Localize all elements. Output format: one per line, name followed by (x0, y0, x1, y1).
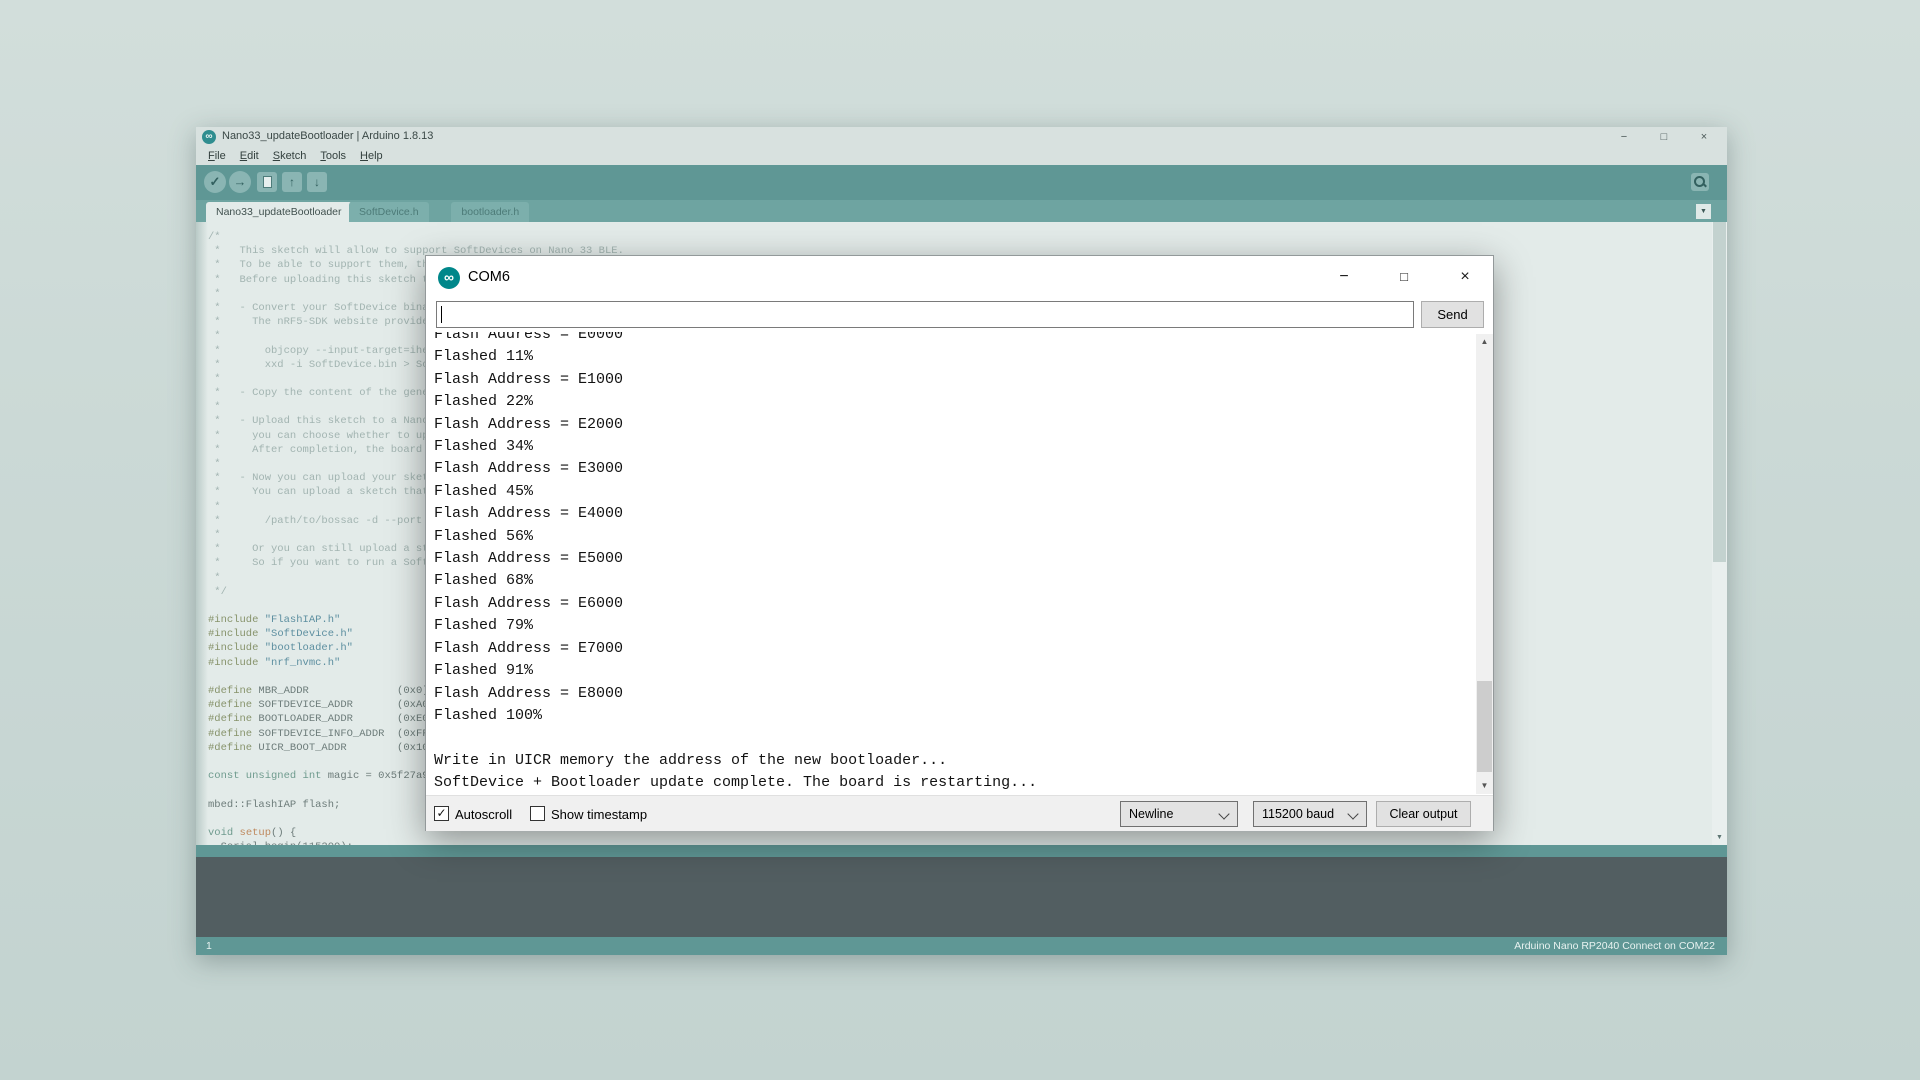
ide-restore-button[interactable]: □ (1656, 129, 1672, 145)
menu-item-edit[interactable]: Edit (234, 150, 265, 162)
arduino-dialog-icon: ∞ (438, 267, 460, 289)
serial-output-line: Flashed 22% (434, 391, 1473, 413)
serial-monitor-button[interactable] (1691, 173, 1709, 191)
ide-close-button[interactable]: × (1696, 129, 1712, 145)
dialog-close-button[interactable]: × (1451, 264, 1479, 290)
ide-minimize-button[interactable]: − (1616, 129, 1632, 145)
serial-output-area[interactable]: Flash Address = E0000Flashed 11%Flash Ad… (429, 332, 1473, 794)
serial-output-line: Flashed 45% (434, 481, 1473, 503)
show-timestamp-checkbox[interactable] (530, 806, 545, 821)
output-scrollbar[interactable]: ▲ ▼ (1476, 334, 1493, 794)
dialog-titlebar[interactable]: ∞ COM6 − □ × (426, 256, 1493, 300)
dialog-maximize-button[interactable]: □ (1390, 264, 1418, 290)
serial-output-line: Write in UICR memory the address of the … (434, 750, 1473, 772)
upload-button[interactable]: → (229, 171, 251, 193)
serial-output-line: Flashed 34% (434, 436, 1473, 458)
text-caret (441, 306, 442, 323)
serial-monitor-controls: ✓ Autoscroll Show timestamp Newline 1152… (426, 795, 1493, 831)
editor-left-edge (196, 222, 208, 845)
line-number-indicator: 1 (206, 940, 212, 952)
ide-toolbar: ✓ → ↑ ↓ (196, 165, 1727, 200)
serial-monitor-dialog: ∞ COM6 − □ × Send Flash Address = E0000F… (425, 255, 1494, 831)
console-output-area (196, 857, 1727, 937)
chevron-down-icon (1347, 808, 1358, 819)
scroll-up-icon[interactable]: ▲ (1476, 334, 1493, 350)
serial-output-line: Flash Address = E2000 (434, 414, 1473, 436)
arduino-app-icon: ∞ (202, 130, 216, 144)
verify-button[interactable]: ✓ (204, 171, 226, 193)
code-line: /* (208, 230, 624, 244)
serial-output-line: Flashed 91% (434, 660, 1473, 682)
ide-statusbar: 1 Arduino Nano RP2040 Connect on COM22 (196, 937, 1727, 955)
editor-scrollbar-thumb[interactable] (1713, 222, 1726, 562)
console-divider[interactable] (196, 845, 1727, 857)
new-sketch-icon (263, 176, 272, 188)
editor-scroll-down-icon[interactable]: ▼ (1712, 831, 1727, 845)
save-button[interactable]: ↓ (307, 172, 327, 192)
tab-menu-button[interactable]: ▼ (1696, 204, 1711, 219)
send-button[interactable]: Send (1421, 301, 1484, 328)
ide-titlebar[interactable]: ∞ Nano33_updateBootloader | Arduino 1.8.… (196, 127, 1727, 147)
serial-send-input[interactable] (436, 301, 1414, 328)
serial-output-line: Flashed 56% (434, 526, 1473, 548)
baud-rate-dropdown[interactable]: 115200 baud (1253, 801, 1367, 827)
autoscroll-checkbox[interactable]: ✓ (434, 806, 449, 821)
chevron-down-icon (1218, 808, 1229, 819)
serial-output-line: SoftDevice + Bootloader update complete.… (434, 772, 1473, 794)
dialog-minimize-button[interactable]: − (1330, 264, 1358, 290)
serial-output-line: Flashed 68% (434, 570, 1473, 592)
serial-output-line: Flashed 11% (434, 346, 1473, 368)
new-sketch-button[interactable] (257, 172, 277, 192)
serial-output-line: Flash Address = E4000 (434, 503, 1473, 525)
serial-output-lines: Flash Address = E0000Flashed 11%Flash Ad… (429, 332, 1473, 794)
open-button[interactable]: ↑ (282, 172, 302, 192)
menu-item-file[interactable]: File (202, 150, 232, 162)
line-ending-dropdown[interactable]: Newline (1120, 801, 1238, 827)
menu-item-help[interactable]: Help (354, 150, 389, 162)
serial-output-line: Flash Address = E8000 (434, 683, 1473, 705)
show-timestamp-label: Show timestamp (551, 807, 647, 822)
serial-output-line: Flash Address = E3000 (434, 458, 1473, 480)
output-scrollbar-thumb[interactable] (1477, 681, 1492, 772)
scroll-down-icon[interactable]: ▼ (1476, 778, 1493, 794)
menu-item-sketch[interactable]: Sketch (267, 150, 313, 162)
serial-output-line: Flash Address = E7000 (434, 638, 1473, 660)
board-port-indicator: Arduino Nano RP2040 Connect on COM22 (1514, 940, 1715, 952)
serial-output-line: Flash Address = E1000 (434, 369, 1473, 391)
serial-output-line: Flashed 79% (434, 615, 1473, 637)
ide-menubar: FileEditSketchToolsHelp (196, 147, 1727, 165)
serial-output-line: Flashed 100% (434, 705, 1473, 727)
menu-item-tools[interactable]: Tools (314, 150, 352, 162)
tab-nano33_updatebootloader[interactable]: Nano33_updateBootloader (206, 202, 352, 222)
dialog-title: COM6 (468, 269, 510, 285)
serial-output-line (434, 727, 1473, 749)
serial-output-line: Flash Address = E5000 (434, 548, 1473, 570)
clear-output-button[interactable]: Clear output (1376, 801, 1471, 827)
serial-output-line: Flash Address = E0000 (434, 332, 1473, 346)
tab-softdevice.h[interactable]: SoftDevice.h (349, 202, 429, 222)
ide-window-title: Nano33_updateBootloader | Arduino 1.8.13 (222, 130, 433, 142)
editor-scrollbar[interactable]: ▼ (1712, 222, 1727, 845)
ide-tabbar: ▼ Nano33_updateBootloaderSoftDevice.h boo… (196, 200, 1727, 222)
desktop: ∞ Nano33_updateBootloader | Arduino 1.8.… (0, 0, 1920, 1080)
serial-output-line: Flash Address = E6000 (434, 593, 1473, 615)
autoscroll-label: Autoscroll (455, 807, 512, 822)
tab-bootloader.h[interactable]: bootloader.h (451, 202, 529, 222)
